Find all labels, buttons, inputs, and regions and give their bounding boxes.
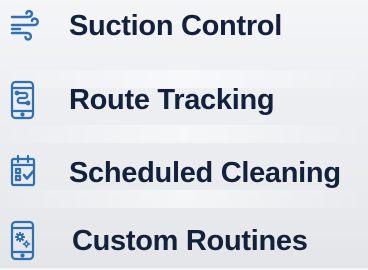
phone-route-icon [10,80,40,120]
calendar-check-icon [10,153,40,193]
feature-label: Scheduled Cleaning [69,157,341,189]
wind-icon [10,8,40,48]
feature-label: Suction Control [69,10,282,42]
feature-item-route-tracking: Route Tracking [0,75,368,131]
feature-label: Route Tracking [69,84,275,116]
feature-item-custom-routines: Custom Routines [0,214,368,270]
feature-list: Suction Control Route Tracking Scheduled… [0,0,368,268]
feature-item-suction-control: Suction Control [0,0,368,56]
feature-label: Custom Routines [72,225,308,257]
phone-gears-icon [10,220,40,261]
feature-item-scheduled-cleaning: Scheduled Cleaning [0,147,368,203]
